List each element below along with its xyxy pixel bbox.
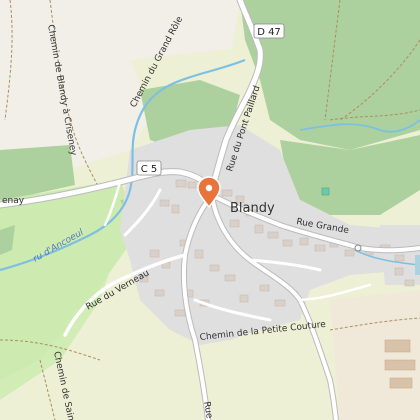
shield-d47: D 47 xyxy=(253,23,285,39)
shield-c5-label: C 5 xyxy=(141,164,158,175)
pond xyxy=(415,255,420,275)
farmland-southeast xyxy=(330,290,420,420)
label-enay: enay xyxy=(2,196,25,206)
place-label-blandy: Blandy xyxy=(230,201,275,216)
green-square-marker xyxy=(321,187,330,196)
roundabout-icon xyxy=(354,244,362,252)
shield-d47-label: D 47 xyxy=(257,27,281,38)
map-canvas[interactable]: D 47 C 5 Chemin du Grand Rôle Chemin de … xyxy=(0,0,420,420)
shield-c5: C 5 xyxy=(136,160,162,176)
